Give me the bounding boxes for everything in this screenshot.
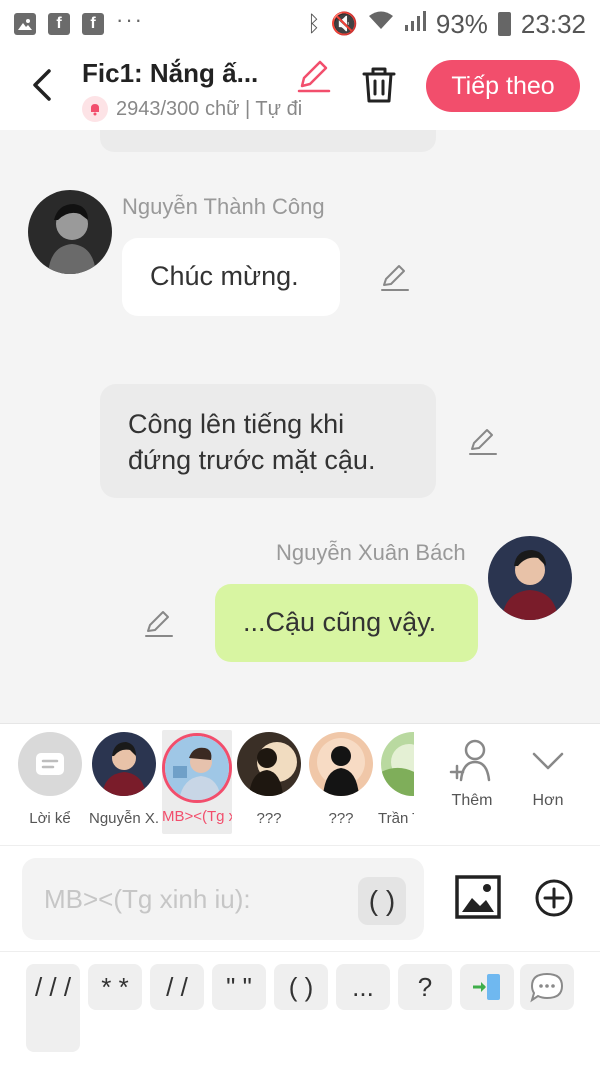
avatar [381,732,414,796]
next-button[interactable]: Tiếp theo [426,60,580,112]
battery-icon [497,12,511,36]
delete-button[interactable] [356,62,402,108]
status-bar: f f ··· ᛒ 🔇 93% 23:32 [0,0,600,48]
story-meta: 2943/300 chữ | Tự đi [82,96,332,122]
insert-image-button[interactable] [454,874,502,920]
composer: MB><(Tg xinh iu): ( ) [0,845,600,951]
bluetooth-icon: ᛒ [307,11,321,36]
character-picker: Lời kể Nguyễn X... MB><(Tg x... ??? ??? … [0,723,600,845]
clock: 23:32 [520,8,586,39]
chat-bubble-button[interactable] [520,964,574,1010]
pencil-icon [297,60,331,93]
word-count: 2943/300 chữ | Tự đi [116,97,303,120]
quick-key-quotes[interactable]: " " [212,964,266,1010]
wifi-icon [368,11,394,37]
phone-transfer-button[interactable] [460,964,514,1010]
sender-name: Nguyễn Xuân Bách [276,540,466,565]
input-placeholder: MB><(Tg xinh iu): [44,884,251,914]
battery-percent: 93% [435,8,488,39]
more-notifications-icon: ··· [116,7,144,32]
character-item[interactable]: Nguyễn X... [89,732,159,827]
gallery-notification-icon [14,13,36,35]
parentheses-button[interactable]: ( ) [358,877,406,925]
signal-icon [404,11,426,37]
sender-name: Nguyễn Thành Công [122,194,325,219]
message-input[interactable]: MB><(Tg xinh iu): ( ) [22,858,424,940]
character-item-selected[interactable]: MB><(Tg x... [162,730,232,834]
facebook-notification-icon: f [48,13,70,35]
avatar[interactable] [28,190,112,274]
edit-message-button[interactable] [378,260,412,294]
edit-message-button[interactable] [142,606,176,640]
back-button[interactable] [22,62,62,108]
story-header: Fic1: Nắng ấ... 2943/300 chữ | Tự đi Tiế… [0,48,600,130]
pencil-icon [469,429,497,455]
narration-bubble[interactable]: Công lên tiếng khi đứng trước mặt cậu. [100,384,436,498]
avatar [165,736,229,800]
image-icon [455,875,501,919]
avatar [92,732,156,796]
edit-message-button[interactable] [466,424,500,458]
add-label: Thêm [451,792,493,809]
quick-key-slashes[interactable]: / / / [26,964,80,1052]
pencil-icon [381,265,409,291]
character-item[interactable]: ??? [234,732,304,827]
character-label: Lời kể [29,810,71,827]
quick-key-question[interactable]: ? [398,964,452,1010]
edit-title-button[interactable] [294,56,334,96]
chevron-left-icon [33,69,51,101]
message-bubble-partial[interactable] [100,130,436,152]
facebook-notification-icon: f [82,13,104,35]
character-label: MB><(Tg x... [162,808,232,825]
plus-circle-icon [535,879,573,917]
add-character-button[interactable]: Thêm [442,738,502,810]
add-button[interactable] [534,878,574,918]
character-label: ??? [328,810,354,827]
character-label: Nguyễn X... [89,810,159,827]
silhouette-avatar [309,732,373,796]
narration-icon [18,732,82,796]
mute-icon: 🔇 [330,11,358,36]
avatar[interactable] [488,536,572,620]
more-button[interactable]: Hơn [518,738,578,810]
silhouette-avatar [237,732,301,796]
bell-icon [82,96,108,122]
quick-keys: / / / * * / / " " ( ) ... ? [0,951,600,1067]
chat-bubble-icon [530,972,564,1003]
message-bubble[interactable]: ...Cậu cũng vậy. [215,584,478,662]
character-label: Trần T... [378,810,414,827]
more-label: Hơn [532,792,564,809]
chevron-down-icon [532,752,564,770]
pencil-icon [145,611,173,637]
character-label: ??? [256,810,282,827]
chat-area: Nguyễn Thành Công Chúc mừng. Công lên ti… [0,130,600,723]
character-item[interactable]: Trần T... [378,732,414,827]
add-person-icon [449,739,491,782]
quick-key-parentheses[interactable]: ( ) [274,964,328,1010]
quick-key-double-slash[interactable]: / / [150,964,204,1010]
trash-icon [362,67,396,103]
quick-key-ellipsis[interactable]: ... [336,964,390,1010]
message-bubble[interactable]: Chúc mừng. [122,238,340,316]
quick-key-asterisks[interactable]: * * [88,964,142,1010]
story-title: Fic1: Nắng ấ... [82,58,259,88]
character-item[interactable]: ??? [306,732,376,827]
phone-transfer-icon [473,974,500,1000]
character-narration[interactable]: Lời kể [15,732,85,827]
